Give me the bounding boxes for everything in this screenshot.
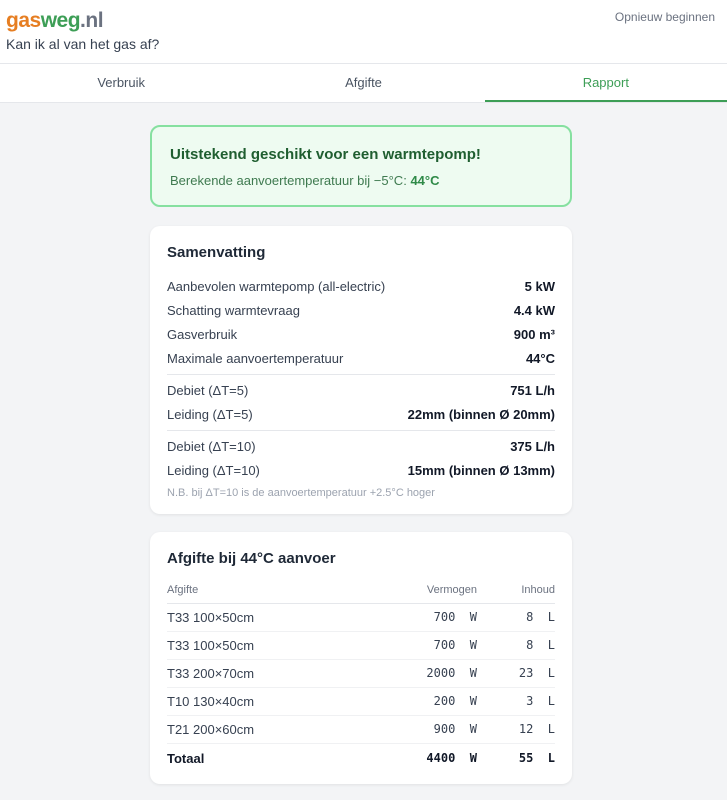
cell-name: T10 130×40cm (167, 687, 364, 716)
cell-power: 2000 W (363, 659, 477, 688)
cell-content: 23 L (477, 659, 555, 688)
summary-card: Samenvatting Aanbevolen warmtepomp (all-… (150, 226, 572, 514)
summary-row: Gasverbruik 900 m³ (167, 323, 555, 347)
logo-part-weg: weg (40, 9, 81, 32)
summary-label: Leiding (ΔT=10) (167, 463, 260, 478)
table-row: T33 100×50cm 700 W8 L (167, 631, 555, 660)
banner-subtitle: Berekende aanvoertemperatuur bij −5°C: 4… (170, 173, 552, 188)
summary-value: 4.4 kW (513, 303, 555, 318)
summary-value: 900 m³ (513, 327, 555, 342)
cell-content: 8 L (477, 631, 555, 660)
cell-power: 4400 W (426, 751, 477, 766)
summary-rows: Aanbevolen warmtepomp (all-electric) 5 kW… (167, 275, 555, 483)
summary-row: Debiet (ΔT=5) 751 L/h (167, 379, 555, 403)
tab-bar: Verbruik Afgifte Rapport (0, 63, 727, 103)
result-banner: Uitstekend geschikt voor een warmtepomp!… (150, 125, 572, 207)
cell-power: 200 W (363, 687, 477, 716)
banner-subtitle-text: Berekende aanvoertemperatuur bij −5°C: (170, 173, 407, 188)
summary-row: Debiet (ΔT=10) 375 L/h (167, 435, 555, 459)
app-header: gasweg.nl Kan ik al van het gas af? Opni… (0, 0, 727, 63)
logo-part-gas: gas (6, 9, 41, 32)
banner-value: 44°C (410, 173, 440, 188)
summary-label: Aanbevolen warmtepomp (all-electric) (167, 279, 386, 294)
column-header-vermogen: Vermogen (363, 577, 477, 604)
cell-name: T33 200×70cm (167, 659, 364, 688)
emission-card: Afgifte bij 44°C aanvoer Afgifte Vermoge… (150, 532, 572, 784)
summary-value: 22mm (binnen Ø 20mm) (407, 407, 555, 422)
table-header-row: Afgifte Vermogen Inhoud (167, 577, 555, 604)
logo-part-tld: .nl (80, 9, 104, 32)
logo[interactable]: gasweg.nl (6, 9, 104, 33)
summary-label: Debiet (ΔT=5) (167, 383, 249, 398)
divider (167, 430, 555, 431)
column-header-afgifte: Afgifte (167, 577, 364, 604)
summary-label: Schatting warmtevraag (167, 303, 300, 318)
column-header-inhoud: Inhoud (477, 577, 555, 604)
cell-content: 8 L (477, 603, 555, 632)
emission-table: Afgifte Vermogen Inhoud T33 100×50cm 700 … (167, 577, 555, 773)
tab-afgifte[interactable]: Afgifte (242, 64, 484, 102)
table-row: T33 100×50cm 700 W8 L (167, 603, 555, 632)
summary-label: Debiet (ΔT=10) (167, 439, 256, 454)
cell-name: T21 200×60cm (167, 715, 364, 744)
cell-name: T33 100×50cm (167, 631, 364, 660)
summary-note: N.B. bij ΔT=10 is de aanvoertemperatuur … (167, 487, 435, 499)
summary-label: Leiding (ΔT=5) (167, 407, 253, 422)
restart-link[interactable]: Opnieuw beginnen (615, 10, 715, 24)
tab-verbruik[interactable]: Verbruik (0, 64, 242, 102)
summary-value: 5 kW (524, 279, 555, 294)
cell-content: 3 L (477, 687, 555, 716)
summary-row: Aanbevolen warmtepomp (all-electric) 5 kW (167, 275, 555, 299)
table-row: T10 130×40cm 200 W3 L (167, 687, 555, 716)
summary-label: Gasverbruik (167, 327, 238, 342)
cell-name: T33 100×50cm (167, 603, 364, 632)
tab-rapport[interactable]: Rapport (484, 64, 727, 102)
cell-power: 700 W (363, 631, 477, 660)
summary-value: 15mm (binnen Ø 13mm) (407, 463, 555, 478)
banner-title: Uitstekend geschikt voor een warmtepomp! (170, 146, 481, 163)
cell-power: 900 W (363, 715, 477, 744)
tagline: Kan ik al van het gas af? (6, 36, 160, 52)
table-total-row: Totaal 4400 W 55 L (167, 743, 555, 773)
cell-content: 12 L (477, 715, 555, 744)
cell-power: 700 W (363, 603, 477, 632)
summary-row: Leiding (ΔT=10) 15mm (binnen Ø 13mm) (167, 459, 555, 483)
summary-label: Maximale aanvoertemperatuur (167, 351, 344, 366)
summary-title: Samenvatting (167, 244, 266, 261)
summary-row: Schatting warmtevraag 4.4 kW (167, 299, 555, 323)
table-row: T21 200×60cm 900 W 12 L (167, 715, 555, 744)
emission-title: Afgifte bij 44°C aanvoer (167, 550, 336, 567)
table-row: T33 200×70cm 2000 W 23 L (167, 659, 555, 688)
summary-value: 751 L/h (510, 383, 555, 398)
cell-content: 55 L (518, 751, 555, 766)
summary-row: Maximale aanvoertemperatuur 44°C (167, 347, 555, 371)
summary-row: Leiding (ΔT=5) 22mm (binnen Ø 20mm) (167, 403, 555, 427)
summary-value: 44°C (525, 351, 555, 366)
cell-name: Totaal (167, 750, 205, 766)
divider (167, 374, 555, 375)
summary-value: 375 L/h (510, 439, 555, 454)
